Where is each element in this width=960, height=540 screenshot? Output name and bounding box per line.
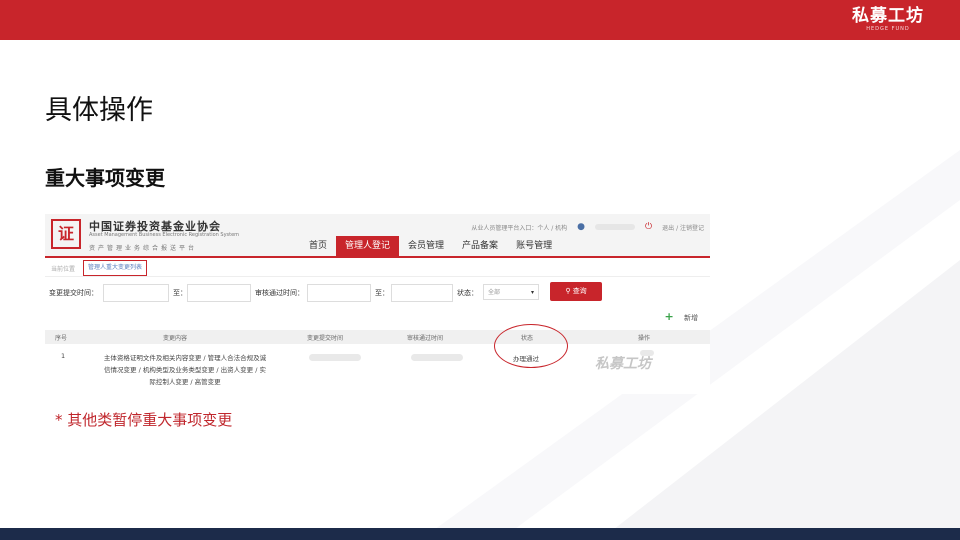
submit-time-to-input[interactable] — [187, 284, 251, 302]
watermark: 私募工坊 — [595, 356, 651, 372]
brand-sub: HEDGE FUND — [866, 26, 910, 32]
nav-member-management[interactable]: 会员管理 — [399, 236, 453, 256]
col-index: 序号 — [55, 335, 68, 342]
col-approve-time: 审核通过时间 — [407, 335, 444, 342]
nav-manager-registration[interactable]: 管理人登记 — [336, 236, 400, 256]
chevron-down-icon: ▾ — [530, 289, 534, 296]
approve-time-to-input[interactable] — [391, 284, 453, 302]
main-nav: 首页 管理人登记 会员管理 产品备案 账号管理 — [300, 236, 561, 256]
person-icon: ● — [577, 222, 586, 232]
bottom-band — [0, 528, 960, 540]
footnote: * 其他类暂停重大事项变更 — [55, 411, 233, 429]
breadcrumb-home[interactable]: 当前位置 — [51, 264, 75, 273]
plus-icon: + — [664, 310, 674, 323]
col-content: 变更内容 — [163, 335, 188, 342]
breadcrumb: 当前位置 管理人重大变更列表 — [45, 260, 710, 277]
row-content-line: 信情况变更 / 机构类型及业务类型变更 / 出资人变更 / 实 — [104, 366, 266, 374]
logout-link[interactable]: 退出 / 注销登记 — [662, 223, 704, 232]
org-english-name: Asset Management Business Electronic Reg… — [89, 232, 240, 238]
org-subtitle: 资产管理业务综合报送平台 — [89, 245, 198, 252]
nav-home[interactable]: 首页 — [300, 236, 336, 256]
status-select-value: 全部 — [488, 289, 501, 296]
slide-title: 具体操作 — [45, 95, 153, 126]
approve-time-label: 审核通过时间： — [255, 289, 304, 297]
status-filter-label: 状态： — [457, 289, 478, 297]
brand-logo: 私募工坊 HEDGE FUND — [852, 6, 924, 32]
association-logo-icon: 证 — [51, 219, 81, 249]
submit-time-redacted — [309, 354, 361, 361]
username-redacted — [595, 224, 636, 230]
col-submit-time: 变更提交时间 — [307, 335, 344, 342]
row-content-line: 主体资格证明文件及相关内容变更 / 管理人合法合规及诚 — [103, 354, 267, 362]
search-icon: ⚲ — [565, 287, 571, 295]
submit-time-from-input[interactable] — [103, 284, 169, 302]
status-highlight-circle — [494, 324, 568, 368]
site-header: 证 中国证券投资基金业协会 Asset Management Business … — [45, 214, 710, 258]
search-button[interactable]: ⚲ 查询 — [550, 282, 602, 301]
approve-time-from-input[interactable] — [307, 284, 371, 302]
top-links: 从业人员管理平台入口：个人 / 机构 ● ⏻ 退出 / 注销登记 — [471, 222, 704, 232]
row-index: 1 — [61, 352, 66, 360]
col-actions: 操作 — [638, 335, 651, 342]
approve-time-redacted — [411, 354, 463, 361]
add-button[interactable]: + 新增 — [665, 310, 698, 323]
slide-subtitle: 重大事项变更 — [45, 166, 165, 190]
system-screenshot: 证 中国证券投资基金业协会 Asset Management Business … — [45, 214, 710, 394]
to-label-1: 至： — [173, 289, 187, 297]
row-content: 主体资格证明文件及相关内容变更 / 管理人合法合规及诚 信情况变更 / 机构类型… — [85, 352, 285, 388]
breadcrumb-current[interactable]: 管理人重大变更列表 — [83, 260, 148, 276]
to-label-2: 至： — [375, 289, 389, 297]
power-icon[interactable]: ⏻ — [645, 222, 652, 232]
nav-account-management[interactable]: 账号管理 — [507, 236, 561, 256]
row-content-line: 际控制人变更 / 高管变更 — [149, 378, 221, 386]
add-button-label: 新增 — [684, 314, 698, 322]
submit-time-label: 变更提交时间： — [49, 289, 98, 297]
platform-entry-link[interactable]: 从业人员管理平台入口：个人 / 机构 — [471, 223, 567, 232]
brand-name: 私募工坊 — [852, 6, 924, 26]
nav-product-filing[interactable]: 产品备案 — [453, 236, 507, 256]
table-header: 序号 变更内容 变更提交时间 审核通过时间 状态 操作 — [45, 330, 710, 344]
top-band — [0, 0, 960, 40]
search-button-label: 查询 — [572, 287, 587, 295]
filter-bar: 变更提交时间： 至： 审核通过时间： 至： 状态： 全部 ▾ ⚲ 查询 — [45, 282, 710, 302]
status-select[interactable]: 全部 ▾ — [483, 284, 539, 300]
